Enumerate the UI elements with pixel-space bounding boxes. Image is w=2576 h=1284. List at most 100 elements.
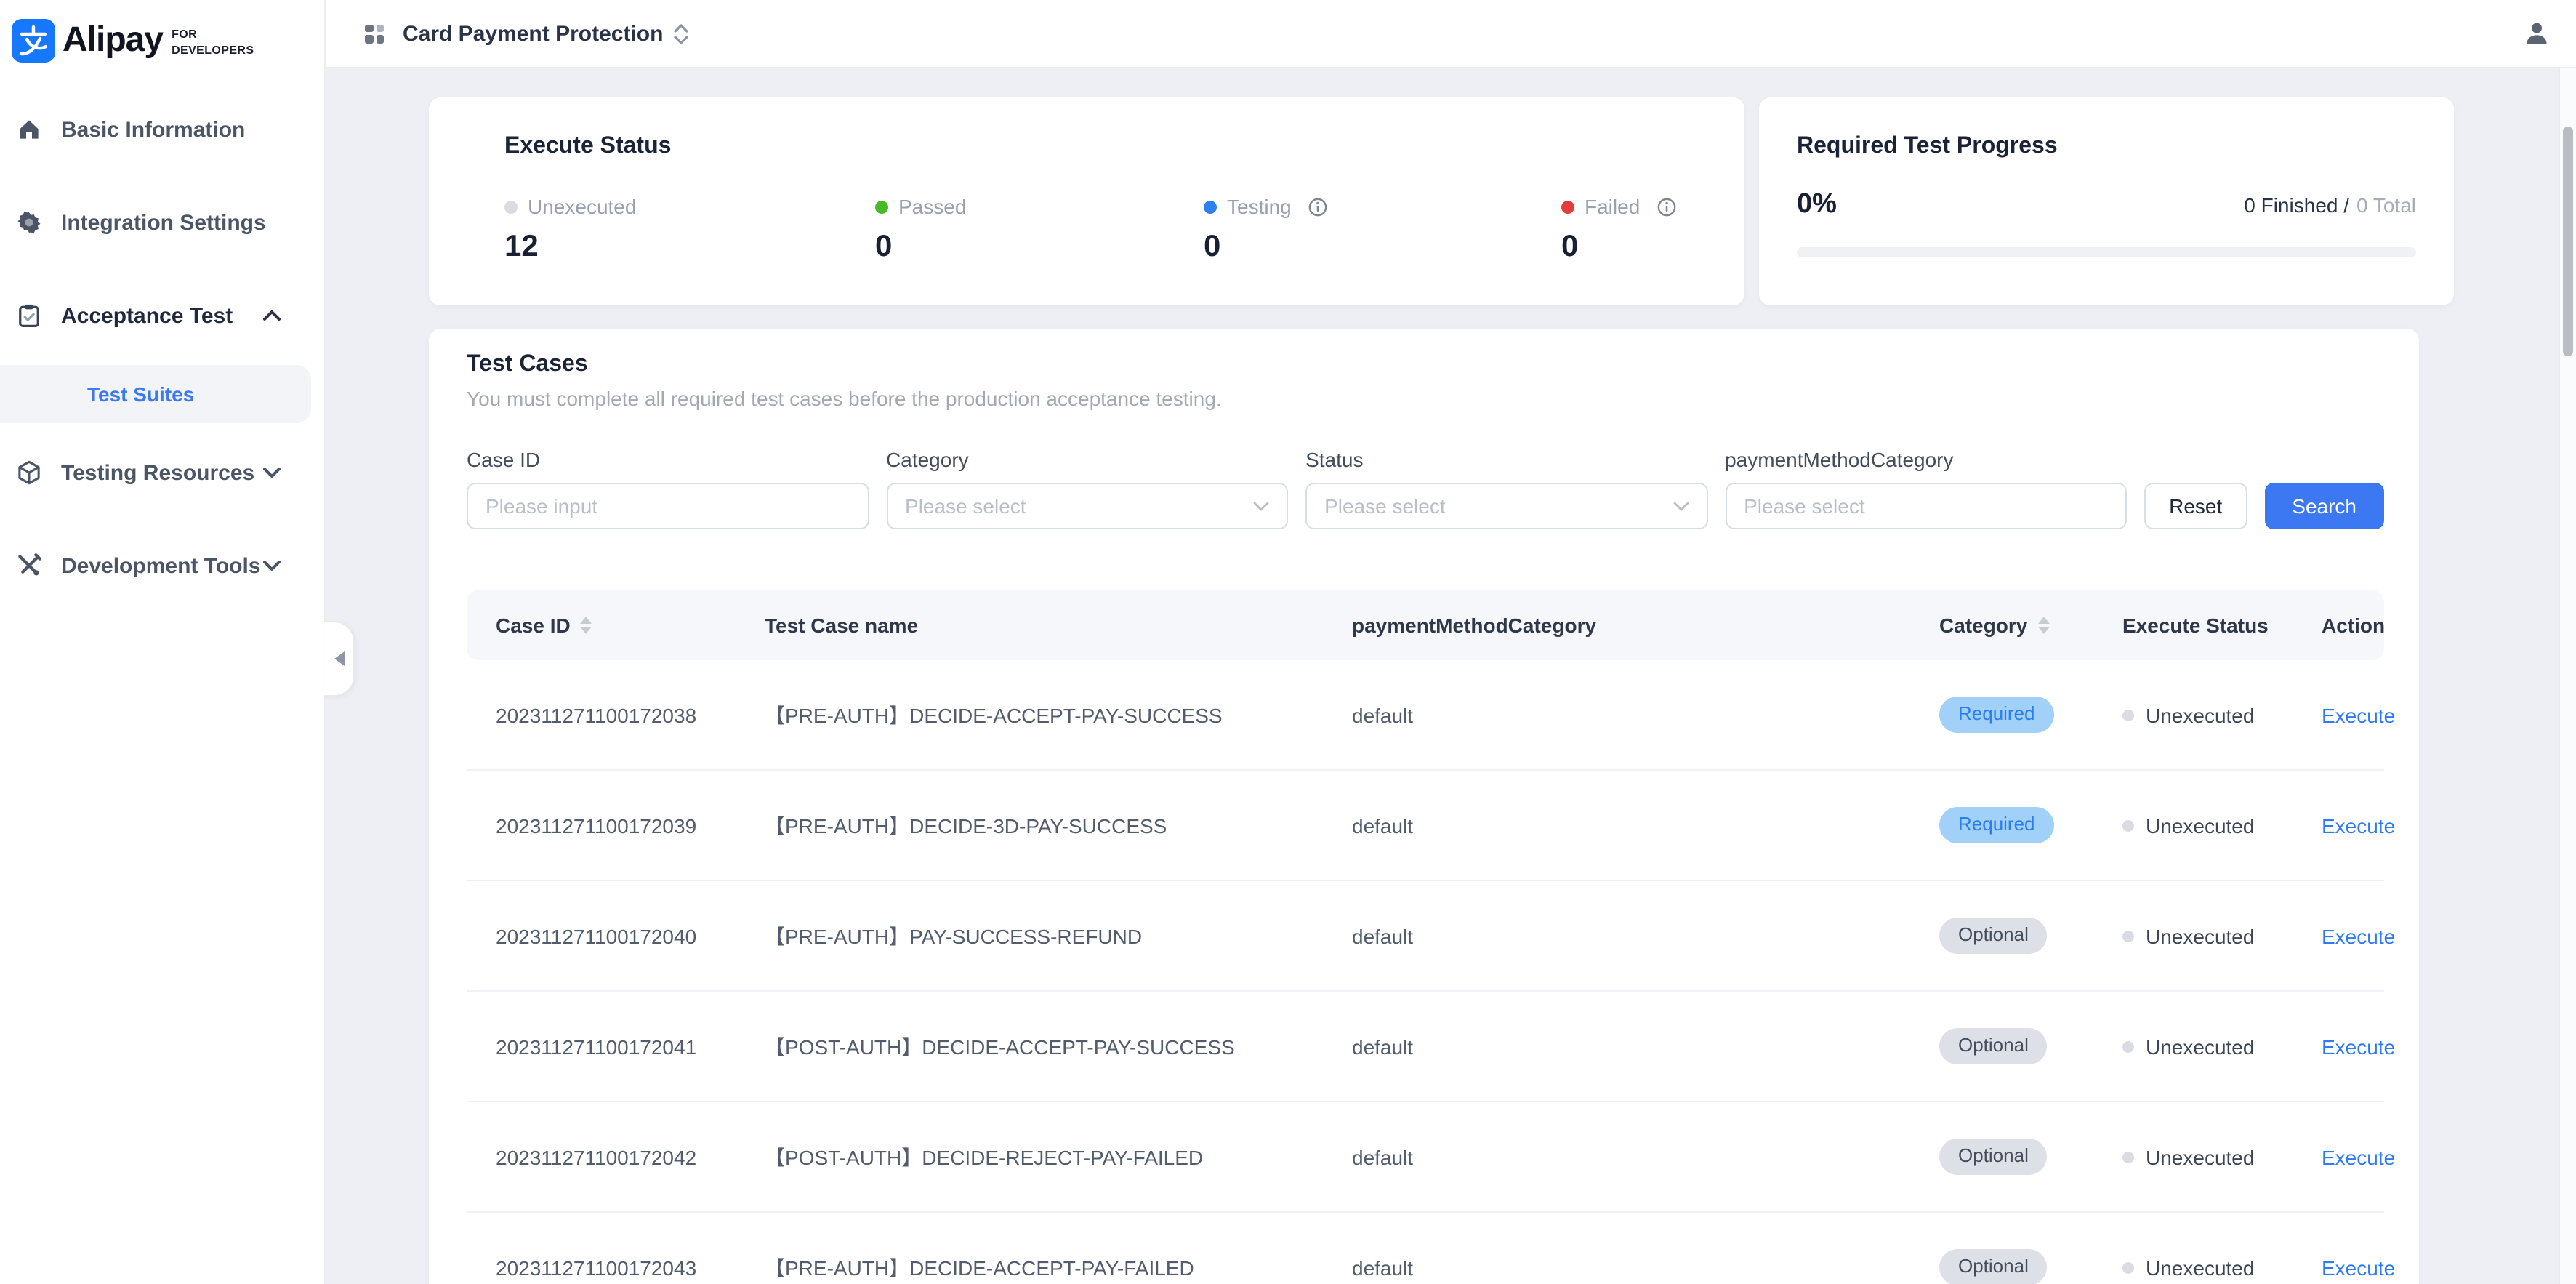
table-row: 202311271100172041 【POST-AUTH】DECIDE-ACC…: [467, 992, 2384, 1102]
brand-tagline: FOR DEVELOPERS: [172, 28, 254, 58]
filter-case-id: Case ID: [467, 448, 869, 529]
column-category[interactable]: Category: [1939, 614, 2122, 637]
execute-status-text: Unexecuted: [2146, 1256, 2254, 1279]
app-grid-icon[interactable]: [365, 24, 384, 43]
filter-payment-method-category: paymentMethodCategory Please select: [1725, 448, 2127, 529]
brand-wordmark: Alipay: [63, 20, 163, 61]
table-header: Case ID Test Case name paymentMethodCate…: [467, 590, 2384, 660]
progress-title: Required Test Progress: [1797, 134, 2416, 160]
cell-test-case-name: 【PRE-AUTH】DECIDE-ACCEPT-PAY-FAILED: [765, 1253, 1352, 1282]
status-dot: [2122, 1040, 2134, 1052]
sort-icon[interactable]: [2037, 617, 2049, 634]
execute-link[interactable]: Execute: [2322, 1145, 2395, 1168]
sidebar-item-label: Testing Resources: [61, 460, 254, 485]
cell-test-case-name: 【PRE-AUTH】DECIDE-ACCEPT-PAY-SUCCESS: [765, 700, 1352, 729]
topbar: Card Payment Protection: [326, 0, 2576, 68]
execute-link[interactable]: Execute: [2322, 1256, 2395, 1279]
scrollbar-thumb[interactable]: [2563, 127, 2573, 356]
app-switcher-icon[interactable]: [673, 23, 689, 44]
column-payment-method-category: paymentMethodCategory: [1352, 614, 1939, 637]
column-test-case-name: Test Case name: [765, 614, 1352, 637]
category-badge: Required: [1939, 697, 2054, 733]
test-cases-subtitle: You must complete all required test case…: [467, 387, 2384, 410]
info-icon[interactable]: [1657, 197, 1676, 216]
tools-icon: [16, 553, 42, 579]
clipboard-check-icon: [16, 302, 42, 329]
category-select[interactable]: Please select: [886, 483, 1288, 529]
chevron-down-icon[interactable]: [263, 560, 281, 571]
sidebar-item-acceptance-test[interactable]: Acceptance Test: [0, 269, 324, 362]
sidebar-item-test-suites[interactable]: Test Suites: [0, 365, 311, 423]
user-avatar-icon[interactable]: [2522, 19, 2551, 48]
cell-case-id: 202311271100172038: [496, 703, 765, 726]
search-button[interactable]: Search: [2264, 483, 2384, 529]
cube-icon: [16, 460, 42, 486]
execute-status-text: Unexecuted: [2146, 924, 2254, 947]
test-cases-card: Test Cases You must complete all require…: [429, 329, 2419, 1284]
cell-payment-method-category: default: [1352, 924, 1939, 947]
category-badge: Optional: [1939, 918, 2048, 954]
execute-status-card: Execute Status Unexecuted 12 Passed: [429, 97, 1744, 305]
status-dot: [2122, 930, 2134, 942]
sidebar-item-label: Acceptance Test: [61, 303, 233, 328]
reset-button[interactable]: Reset: [2144, 483, 2247, 529]
collapse-arrow-icon: [334, 651, 344, 666]
app-window: Alipay FOR DEVELOPERS Basic Information: [0, 0, 2576, 1284]
sidebar-item-label: Integration Settings: [61, 210, 266, 235]
chevron-down-icon[interactable]: [263, 467, 281, 478]
progress-counts: 0 Finished /0 Total: [2244, 193, 2416, 217]
info-icon[interactable]: [1309, 197, 1328, 216]
status-select[interactable]: Please select: [1305, 483, 1707, 529]
category-badge: Optional: [1939, 1139, 2048, 1175]
table-row: 202311271100172038 【PRE-AUTH】DECIDE-ACCE…: [467, 660, 2384, 771]
cell-test-case-name: 【POST-AUTH】DECIDE-REJECT-PAY-FAILED: [765, 1142, 1352, 1171]
filter-category: Category Please select: [886, 448, 1288, 529]
sidebar-item-label: Basic Information: [61, 117, 245, 142]
sidebar-collapse-handle[interactable]: [324, 621, 355, 697]
filters-row: Case ID Category Please select Status Pl…: [467, 448, 2384, 529]
progress-bar: [1797, 247, 2416, 257]
execute-link[interactable]: Execute: [2322, 703, 2395, 726]
execute-status-stats: Unexecuted 12 Passed 0: [504, 195, 1686, 265]
table-row: 202311271100172043 【PRE-AUTH】DECIDE-ACCE…: [467, 1213, 2384, 1284]
table-row: 202311271100172039 【PRE-AUTH】DECIDE-3D-P…: [467, 771, 2384, 881]
brand-logo: Alipay FOR DEVELOPERS: [0, 0, 324, 63]
cell-case-id: 202311271100172042: [496, 1145, 765, 1168]
vertical-scrollbar[interactable]: [2559, 68, 2576, 1284]
column-case-id[interactable]: Case ID: [496, 614, 765, 637]
filter-status: Status Please select: [1305, 448, 1707, 529]
chevron-down-icon: [1673, 501, 1689, 511]
sidebar-item-basic-information[interactable]: Basic Information: [0, 83, 324, 176]
passed-dot: [875, 200, 888, 213]
cell-case-id: 202311271100172041: [496, 1035, 765, 1058]
cell-test-case-name: 【PRE-AUTH】DECIDE-3D-PAY-SUCCESS: [765, 811, 1352, 840]
case-id-input[interactable]: [467, 483, 869, 529]
category-badge: Required: [1939, 807, 2054, 843]
table-row: 202311271100172042 【POST-AUTH】DECIDE-REJ…: [467, 1102, 2384, 1213]
stat-passed: Passed 0: [875, 195, 1204, 265]
sidebar-item-label: Development Tools: [61, 553, 261, 578]
unexecuted-dot: [504, 200, 518, 213]
cell-test-case-name: 【PRE-AUTH】PAY-SUCCESS-REFUND: [765, 921, 1352, 950]
cell-case-id: 202311271100172040: [496, 924, 765, 947]
execute-link[interactable]: Execute: [2322, 1035, 2395, 1058]
status-dot: [2122, 709, 2134, 721]
execute-link[interactable]: Execute: [2322, 924, 2395, 947]
execute-link[interactable]: Execute: [2322, 814, 2395, 837]
sidebar-item-integration-settings[interactable]: Integration Settings: [0, 176, 324, 269]
app-title[interactable]: Card Payment Protection: [403, 21, 663, 46]
payment-method-category-select[interactable]: Please select: [1725, 483, 2127, 529]
cell-payment-method-category: default: [1352, 814, 1939, 837]
progress-percent: 0%: [1797, 189, 1837, 221]
stat-failed: Failed 0: [1561, 195, 1686, 265]
stat-testing: Testing 0: [1204, 195, 1561, 265]
sidebar-subitem-label: Test Suites: [87, 382, 194, 406]
execute-status-text: Unexecuted: [2146, 814, 2254, 837]
sort-icon[interactable]: [581, 617, 592, 634]
execute-status-title: Execute Status: [504, 134, 1686, 160]
chevron-up-icon[interactable]: [263, 310, 281, 321]
sidebar-item-development-tools[interactable]: Development Tools: [0, 519, 324, 612]
home-icon: [16, 116, 42, 143]
sidebar: Alipay FOR DEVELOPERS Basic Information: [0, 0, 326, 1284]
sidebar-item-testing-resources[interactable]: Testing Resources: [0, 426, 324, 519]
